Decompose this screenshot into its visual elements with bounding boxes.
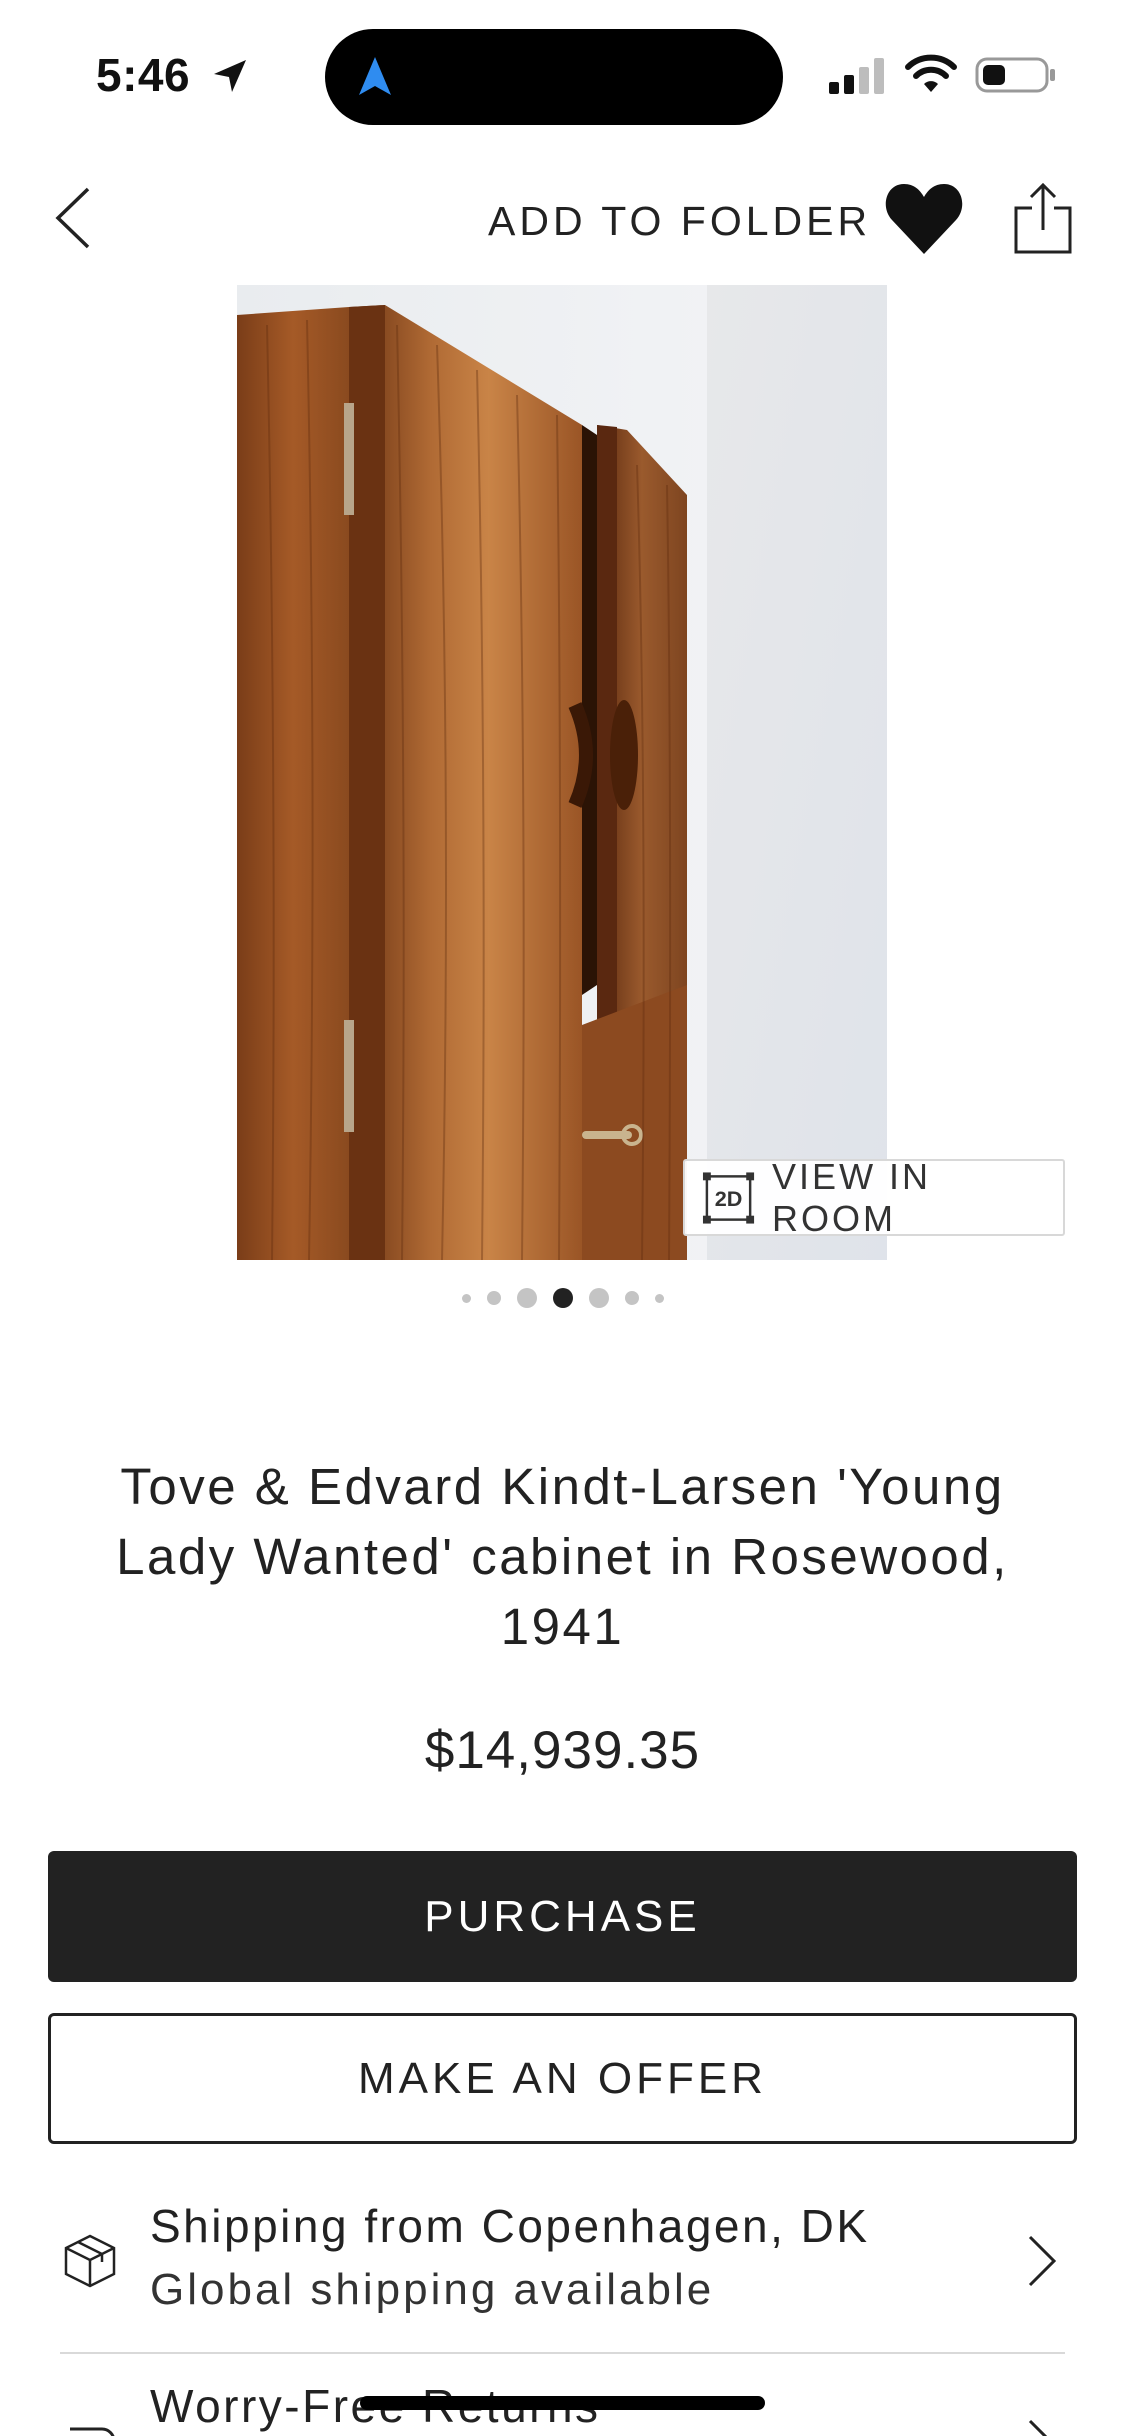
battery-icon bbox=[975, 57, 1055, 93]
carousel-dot[interactable] bbox=[461, 1293, 471, 1303]
status-time: 5:46 bbox=[96, 49, 191, 101]
home-indicator bbox=[360, 2396, 765, 2410]
shipping-title: Shipping from Copenhagen, DK bbox=[150, 2200, 870, 2252]
view-in-room-2d-icon: 2D bbox=[702, 1171, 755, 1224]
view-in-room-button[interactable]: 2D VIEW IN ROOM bbox=[683, 1156, 1065, 1239]
carousel-dot[interactable] bbox=[516, 1288, 537, 1308]
chevron-right-icon bbox=[1028, 2419, 1048, 2436]
shipping-subtitle: Global shipping available bbox=[150, 2265, 715, 2314]
add-to-folder-button[interactable]: ADD TO FOLDER bbox=[488, 198, 871, 245]
carousel-dots[interactable] bbox=[0, 1283, 1125, 1313]
carousel-dot[interactable] bbox=[654, 1293, 664, 1303]
carousel-dot[interactable] bbox=[486, 1291, 501, 1305]
navigation-icon bbox=[359, 57, 391, 95]
location-arrow-icon bbox=[214, 60, 246, 92]
back-button[interactable] bbox=[48, 183, 98, 253]
shipping-row[interactable]: Shipping from Copenhagen, DK Global ship… bbox=[0, 2185, 1125, 2355]
view-in-room-label: VIEW IN ROOM bbox=[772, 1155, 932, 1239]
favorite-heart-icon[interactable] bbox=[884, 180, 964, 256]
cabinet-image bbox=[237, 285, 887, 1260]
product-price: $14,939.35 bbox=[424, 1721, 701, 1780]
wifi-icon bbox=[905, 54, 957, 92]
carousel-dot[interactable] bbox=[588, 1288, 609, 1308]
make-offer-button[interactable]: MAKE AN OFFER bbox=[48, 2013, 1077, 2144]
cellular-signal-icon bbox=[829, 58, 884, 94]
product-title: Tove & Edvard Kindt-Larsen 'Young Lady W… bbox=[116, 1458, 1009, 1655]
share-icon[interactable] bbox=[1012, 182, 1074, 256]
purchase-button[interactable]: PURCHASE bbox=[48, 1851, 1077, 1982]
chevron-right-icon bbox=[1028, 2235, 1057, 2287]
package-box-icon bbox=[64, 2234, 116, 2288]
returns-arrow-icon bbox=[70, 2427, 115, 2436]
divider bbox=[60, 2352, 1065, 2354]
carousel-dot[interactable] bbox=[624, 1291, 639, 1305]
status-bar: 5:46 bbox=[0, 0, 1125, 150]
carousel-dot-active[interactable] bbox=[552, 1288, 573, 1308]
product-image[interactable] bbox=[237, 285, 887, 1260]
view-in-room-badge: 2D bbox=[715, 1185, 743, 1210]
